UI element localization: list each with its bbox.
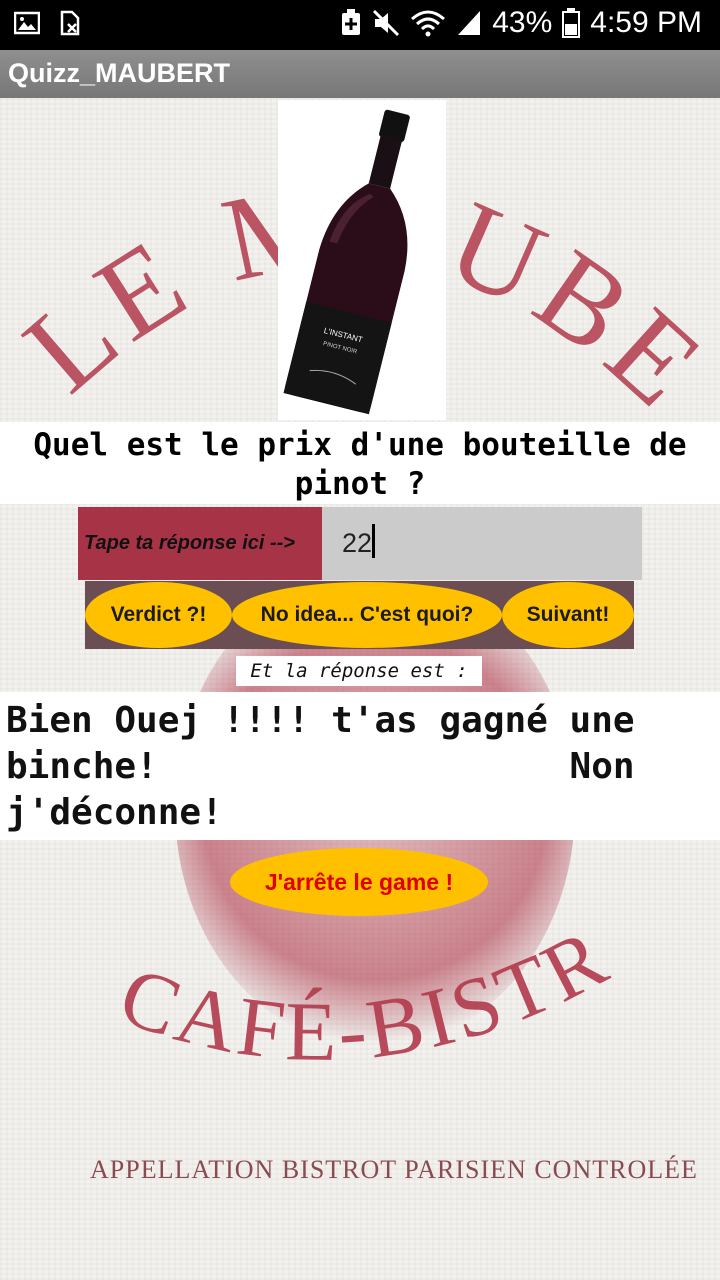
answer-prompt: Tape ta réponse ici --> [78,507,322,580]
answer-input[interactable] [322,507,642,580]
next-button[interactable]: Suivant! [502,582,634,648]
wine-bottle-image: L'INSTANT PINOT NOIR [278,100,446,420]
question-label: Quel est le prix d'une bouteille de pino… [33,427,687,502]
question-text: Quel est le prix d'une bouteille de pino… [0,422,720,504]
verdict-button[interactable]: Verdict ?! [85,582,232,648]
wifi-icon [411,10,446,37]
result-text: Bien Ouej !!!! t'as gagné une binche! No… [0,692,720,840]
clock: 4:59 PM [590,6,702,39]
text-cursor [372,524,375,558]
sim-card-off-icon [60,10,80,36]
battery-saver-icon [342,9,361,35]
no-idea-button[interactable]: No idea... C'est quoi? [232,582,502,648]
battery-icon [562,8,581,38]
image-icon [14,11,40,35]
signal-icon [458,11,481,35]
mute-icon [373,9,400,37]
stop-game-button[interactable]: J'arrête le game ! [230,848,488,916]
status-bar: 43% 4:59 PM [0,0,720,50]
reveal-label: Et la réponse est : [236,656,482,686]
background-appellation: APPELLATION BISTROT PARISIEN CONTROLÉE [90,1155,698,1184]
battery-percent: 43% [492,6,553,39]
app-title-bar: Quizz_MAUBERT [0,50,720,98]
app-title: Quizz_MAUBERT [8,58,230,88]
